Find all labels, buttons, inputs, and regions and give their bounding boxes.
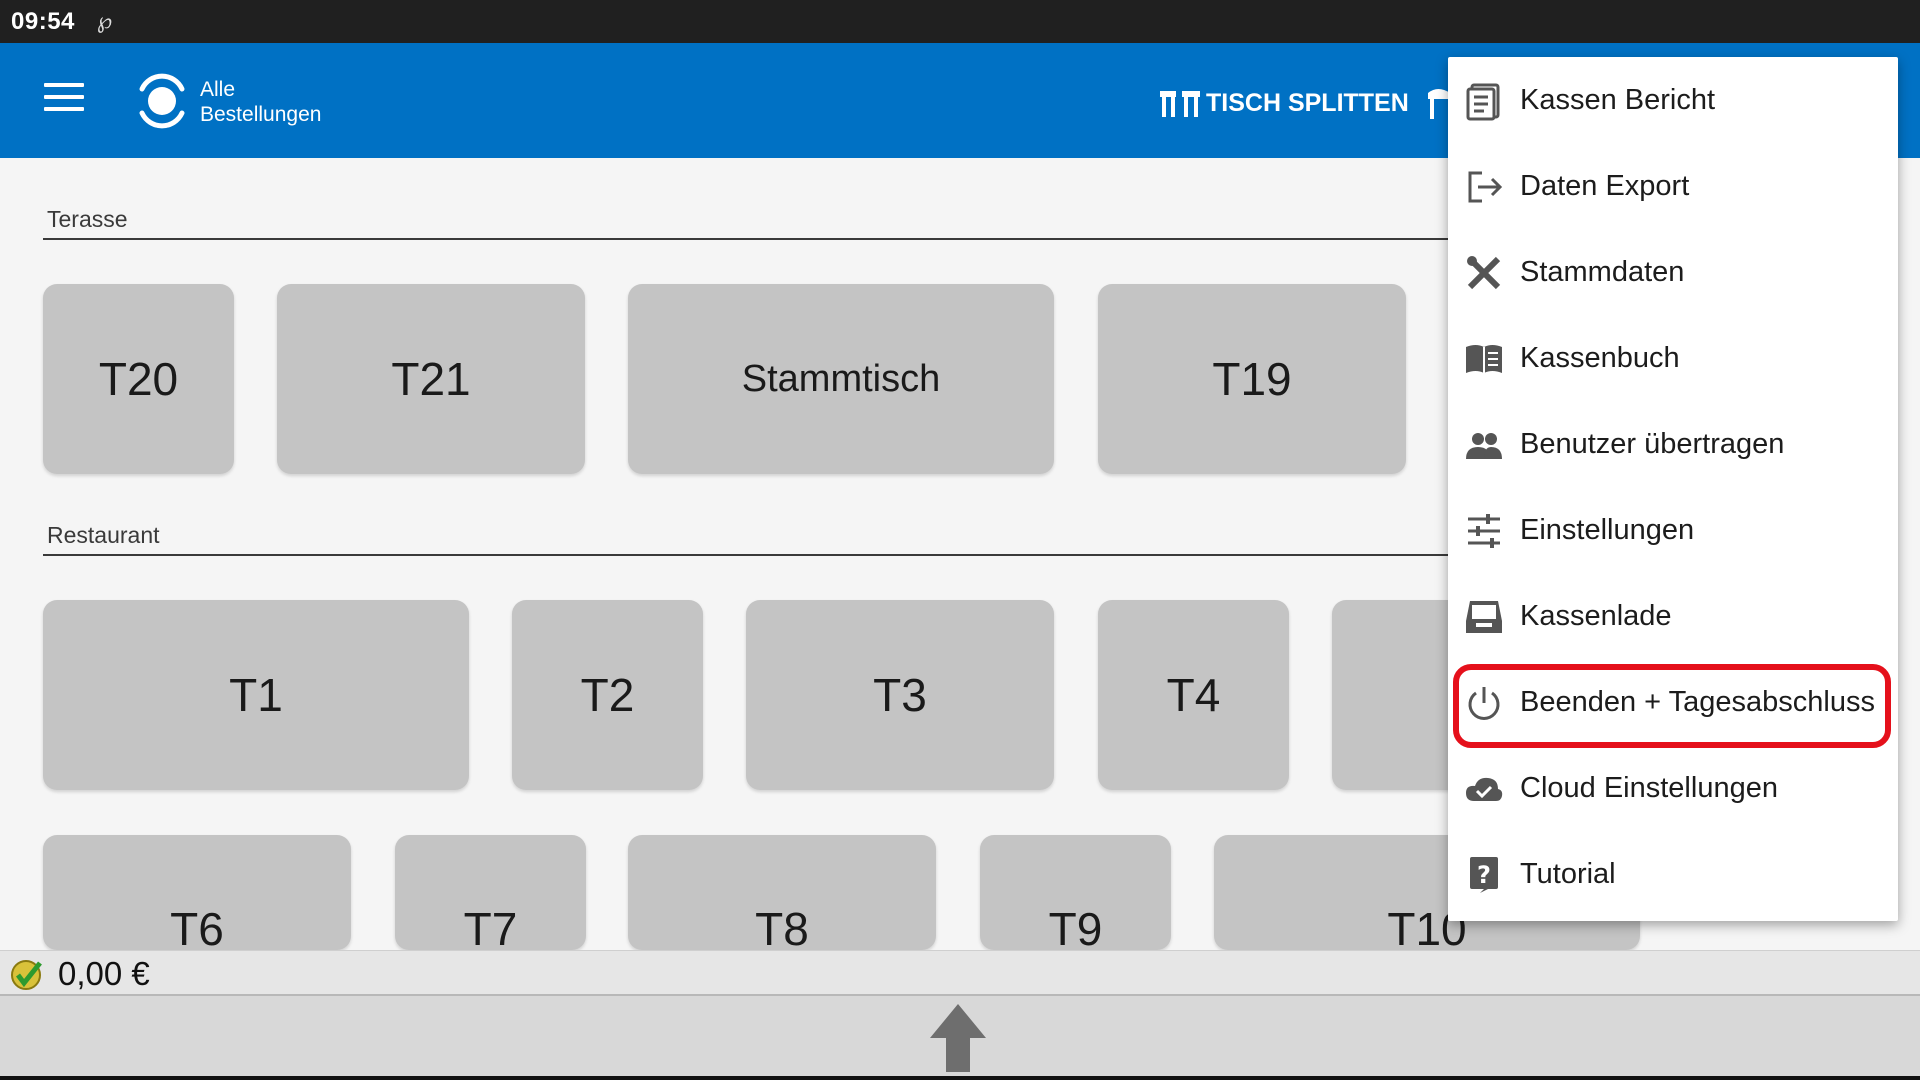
table-tile[interactable]: T21 (277, 284, 585, 474)
menu-item-tutorial[interactable]: ? Tutorial (1448, 831, 1898, 917)
screen-edge (0, 1076, 1920, 1080)
menu-hamburger-icon[interactable] (44, 83, 84, 117)
table-label: T8 (755, 903, 809, 955)
page-title-line1: Alle (200, 78, 236, 101)
table-label: T20 (98, 353, 179, 405)
drawer-icon (1466, 601, 1502, 633)
table-tile[interactable]: T7 (395, 835, 586, 955)
table-tile[interactable]: T6 (43, 835, 351, 955)
section-label-restaurant: Restaurant (47, 522, 160, 548)
export-icon (1468, 171, 1503, 203)
status-time: 09:54 (11, 7, 75, 35)
menu-item-kassen-bericht[interactable]: Kassen Bericht (1448, 57, 1898, 143)
arrow-up-icon[interactable] (928, 1002, 988, 1074)
menu-item-benutzer-uebertragen[interactable]: Benutzer übertragen (1448, 401, 1898, 487)
bottom-bar (0, 994, 1920, 1080)
page-title-line2: Bestellungen (200, 103, 322, 126)
app-logo-icon (139, 73, 185, 129)
tools-icon (1467, 256, 1501, 290)
menu-item-kassenlade[interactable]: Kassenlade (1448, 573, 1898, 659)
table-label: T9 (1048, 903, 1103, 955)
total-amount: 0,00 € (58, 955, 150, 992)
table-tile[interactable]: T3 (746, 600, 1054, 790)
sliders-icon (1468, 514, 1500, 548)
menu-item-daten-export[interactable]: Daten Export (1448, 143, 1898, 229)
coin-icon (11, 960, 42, 990)
table-label: T4 (1166, 669, 1221, 721)
table-tile[interactable]: T9 (980, 835, 1171, 955)
menu-item-label: Kassenbuch (1520, 341, 1680, 374)
menu-item-stammdaten[interactable]: Stammdaten (1448, 229, 1898, 315)
table-tile[interactable]: T1 (43, 600, 469, 790)
menu-item-label: Kassen Bericht (1520, 83, 1716, 116)
table-label: T19 (1212, 353, 1292, 405)
table-tile[interactable]: T4 (1098, 600, 1289, 790)
menu-item-label: Kassenlade (1520, 599, 1672, 632)
footer-bar: 0,00 € (0, 950, 1920, 994)
section-divider (43, 554, 1453, 556)
table-label: Stammtisch (741, 357, 941, 400)
menu-item-cloud-einstellungen[interactable]: Cloud Einstellungen (1448, 745, 1898, 831)
cloud-check-icon (1466, 777, 1503, 801)
table-tile[interactable]: T19 (1098, 284, 1406, 474)
table-label: T2 (580, 669, 635, 721)
table-tile[interactable]: T20 (43, 284, 234, 474)
help-icon: ? (1470, 857, 1498, 893)
section-divider (43, 238, 1453, 240)
menu-item-einstellungen[interactable]: Einstellungen (1448, 487, 1898, 573)
section-label-terrace: Terasse (47, 206, 128, 232)
menu-item-kassenbuch[interactable]: Kassenbuch (1448, 315, 1898, 401)
menu-item-label: Einstellungen (1520, 513, 1695, 546)
page-title: Alle Bestellungen (200, 77, 321, 127)
book-icon (1466, 345, 1502, 373)
table-label: T21 (391, 353, 471, 405)
table-label: T1 (229, 669, 283, 721)
menu-item-label: Cloud Einstellungen (1520, 771, 1778, 804)
table-label: T6 (170, 903, 224, 955)
table-tile[interactable]: Stammtisch (628, 284, 1054, 474)
menu-item-label: Daten Export (1520, 169, 1690, 202)
svg-text:?: ? (1477, 861, 1491, 889)
status-bar: 09:54 ℘ (0, 0, 1920, 43)
menu-item-label: Benutzer übertragen (1520, 427, 1785, 460)
menu-item-label: Tutorial (1520, 857, 1616, 890)
sync-icon: ℘ (96, 9, 113, 34)
report-icon (1466, 83, 1500, 121)
table-tile[interactable]: T8 (628, 835, 936, 955)
split-table-icon (1160, 91, 1200, 117)
split-table-button[interactable]: TISCH SPLITTEN (1158, 83, 1409, 123)
table-tile[interactable]: T2 (512, 600, 703, 790)
highlight-annotation (1453, 664, 1891, 748)
table-label: T3 (873, 669, 927, 721)
table-label: T7 (463, 903, 518, 955)
overflow-menu: Kassen Bericht Daten Export Stammdaten K… (1448, 57, 1898, 921)
users-icon (1466, 433, 1502, 459)
split-table-label: TISCH SPLITTEN (1206, 88, 1409, 117)
menu-item-label: Stammdaten (1520, 255, 1685, 288)
